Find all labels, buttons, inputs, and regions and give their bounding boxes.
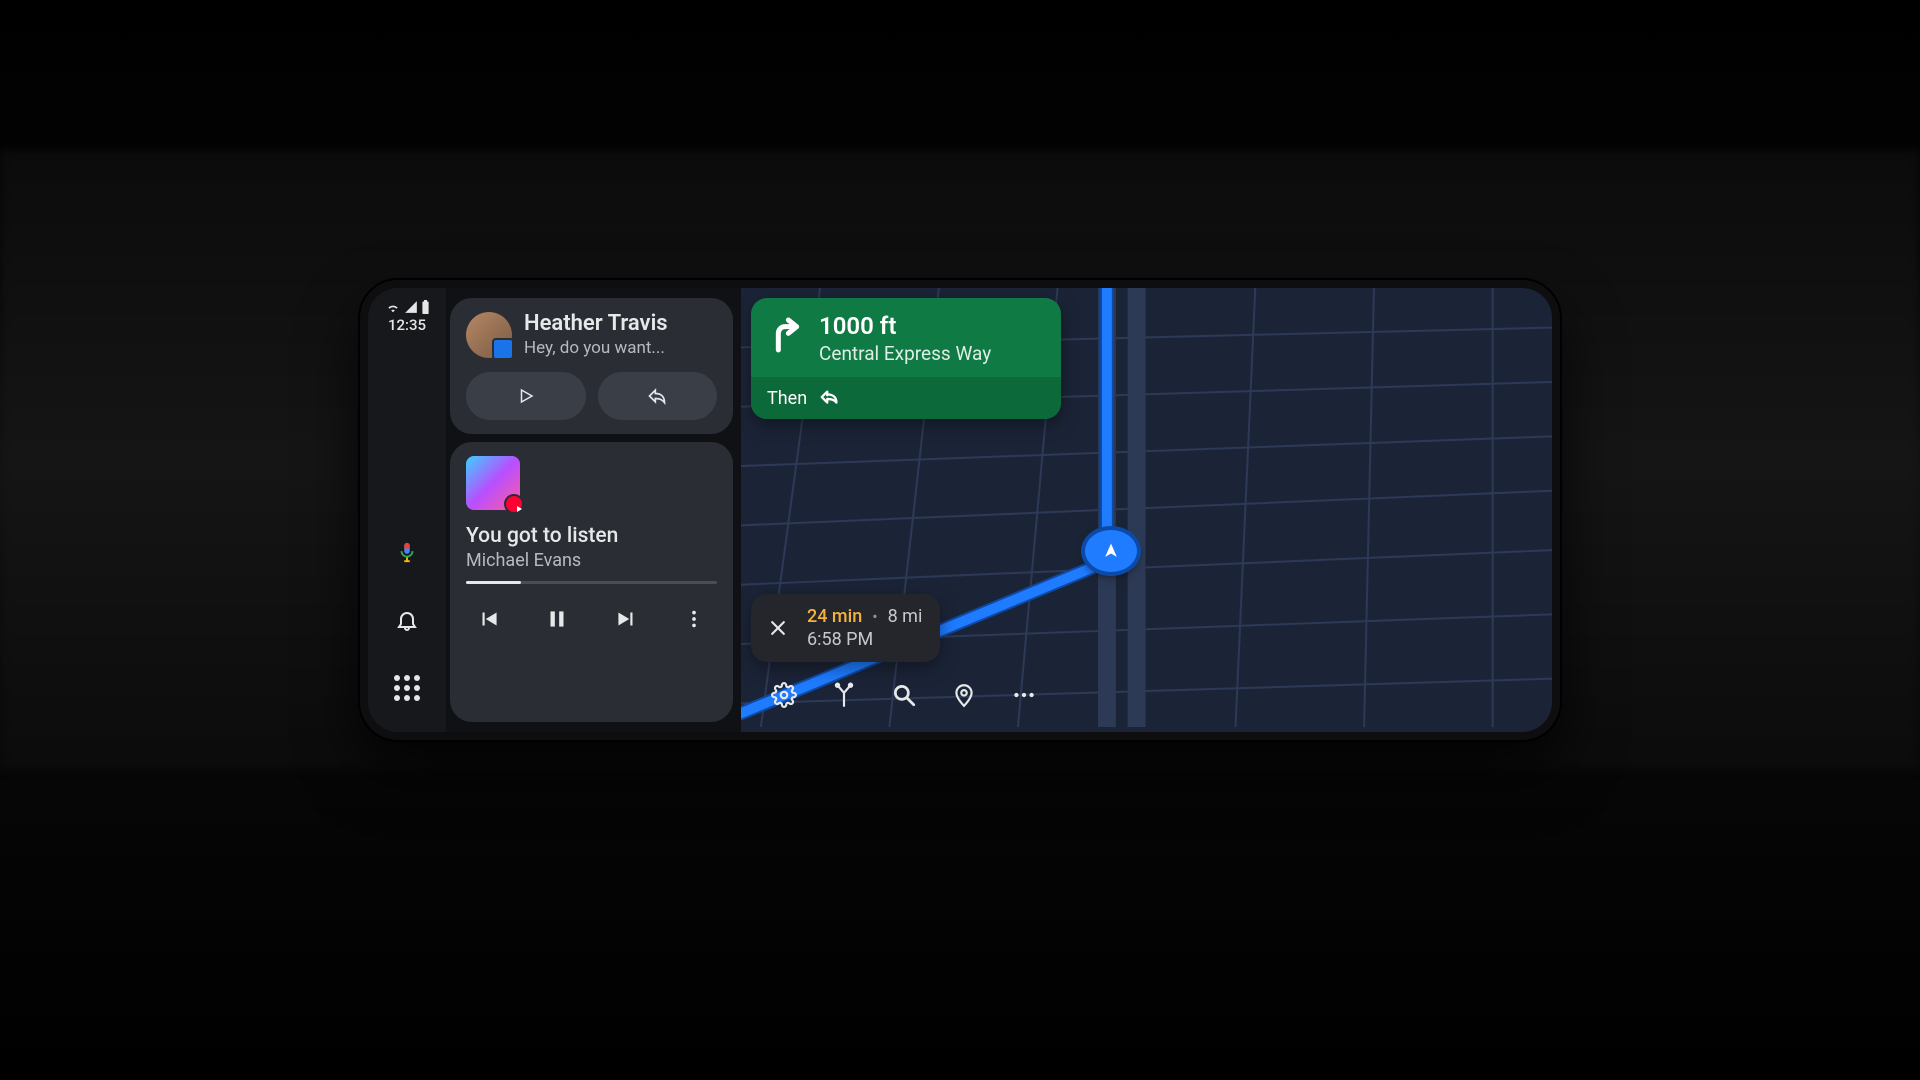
cards-column: Heather Travis Hey, do you want... You g… — [446, 288, 741, 732]
location-pin-icon — [951, 682, 977, 708]
gear-icon — [771, 682, 797, 708]
media-card[interactable]: You got to listen Michael Evans — [450, 442, 733, 722]
recenter-button[interactable] — [947, 678, 981, 712]
play-icon — [517, 386, 535, 406]
message-sender: Heather Travis — [524, 312, 668, 336]
previous-track-button[interactable] — [472, 602, 506, 636]
app-launcher-button[interactable] — [387, 668, 427, 708]
reply-message-button[interactable] — [598, 372, 718, 420]
next-track-button[interactable] — [609, 602, 643, 636]
status-time: 12:35 — [388, 316, 426, 334]
battery-icon — [421, 300, 430, 314]
message-card[interactable]: Heather Travis Hey, do you want... — [450, 298, 733, 434]
skip-previous-icon — [476, 606, 502, 632]
wifi-icon — [385, 300, 401, 314]
progress-fill — [466, 581, 521, 584]
routes-icon — [831, 682, 857, 708]
eta-arrival-time: 6:58 PM — [807, 629, 922, 650]
playback-progress[interactable] — [466, 581, 717, 584]
current-location-marker — [1085, 530, 1137, 572]
contact-avatar — [466, 312, 512, 358]
then-label: Then — [767, 388, 807, 409]
turn-direction-card[interactable]: 1000 ft Central Express Way Then — [751, 298, 1061, 419]
skip-next-icon — [613, 606, 639, 632]
search-button[interactable] — [887, 678, 921, 712]
map-toolbar — [751, 668, 1057, 722]
map-more-button[interactable] — [1007, 678, 1041, 712]
location-arrow-icon — [1101, 541, 1121, 561]
head-unit-device: 12:35 Heather Travis Hey, — [360, 280, 1560, 740]
turn-right-icon — [765, 312, 805, 358]
play-pause-button[interactable] — [540, 602, 574, 636]
assistant-button[interactable] — [387, 532, 427, 572]
eta-distance: 8 mi — [888, 606, 923, 627]
mic-icon — [396, 539, 418, 565]
screen: 12:35 Heather Travis Hey, — [368, 288, 1552, 732]
apps-grid-icon — [394, 675, 420, 701]
media-more-button[interactable] — [677, 602, 711, 636]
navigation-map[interactable]: 1000 ft Central Express Way Then 24 min … — [741, 288, 1552, 732]
more-vert-icon — [683, 608, 705, 630]
eta-card[interactable]: 24 min • 8 mi 6:58 PM — [751, 594, 940, 662]
status-icons — [385, 300, 430, 314]
bell-icon — [395, 608, 419, 632]
track-title: You got to listen — [466, 524, 717, 548]
signal-icon — [403, 300, 419, 314]
message-preview: Hey, do you want... — [524, 338, 668, 358]
uturn-icon — [819, 387, 841, 409]
more-horiz-icon — [1011, 682, 1037, 708]
play-message-button[interactable] — [466, 372, 586, 420]
close-navigation-button[interactable] — [763, 613, 793, 643]
search-icon — [891, 682, 917, 708]
pause-icon — [544, 606, 570, 632]
alternate-routes-button[interactable] — [827, 678, 861, 712]
turn-distance: 1000 ft — [819, 312, 991, 340]
album-art — [466, 456, 520, 510]
reply-icon — [646, 386, 668, 406]
eta-duration: 24 min — [807, 606, 862, 627]
turn-road: Central Express Way — [819, 342, 991, 365]
status-rail: 12:35 — [368, 288, 446, 732]
nav-settings-button[interactable] — [767, 678, 801, 712]
track-artist: Michael Evans — [466, 550, 717, 571]
notifications-button[interactable] — [387, 600, 427, 640]
next-turn-row: Then — [751, 377, 1061, 419]
close-icon — [768, 618, 788, 638]
eta-separator: • — [872, 607, 877, 626]
